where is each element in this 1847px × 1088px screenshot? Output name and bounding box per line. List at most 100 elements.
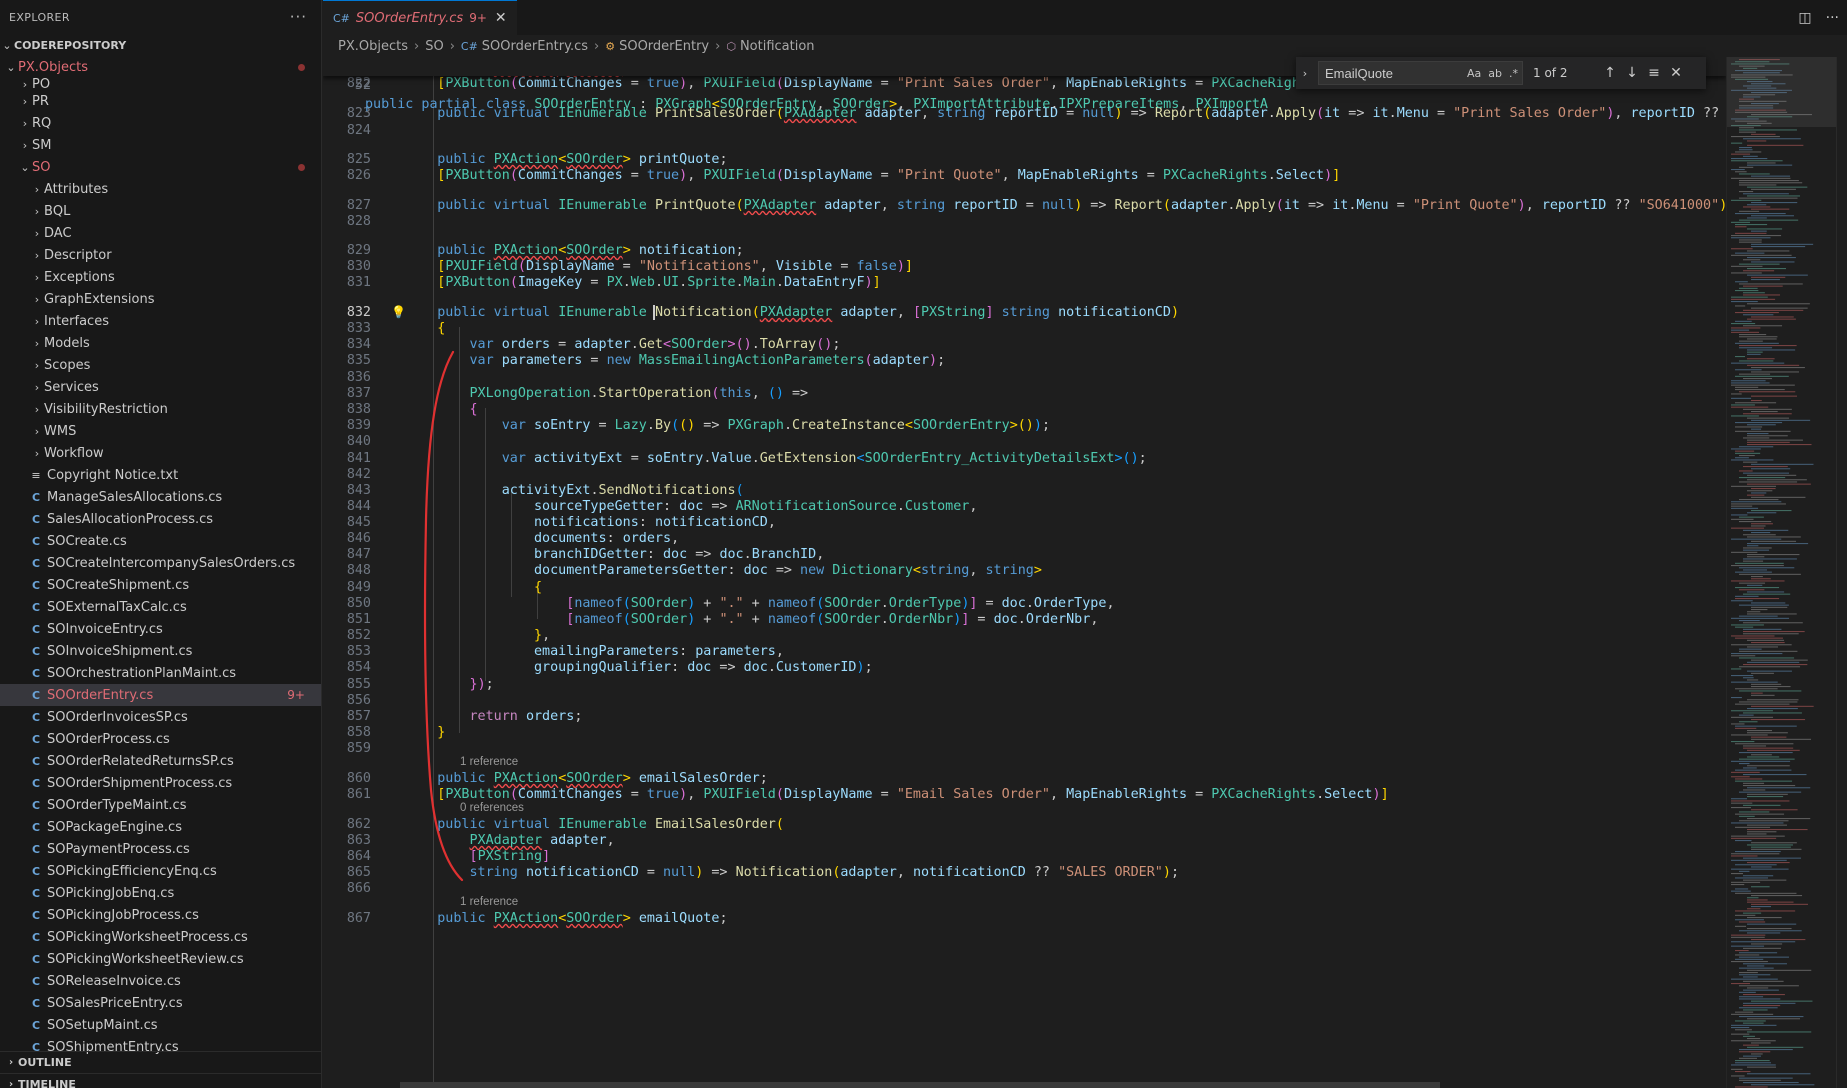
file-item[interactable]: C SOSetupMaint.cs — [0, 1014, 321, 1036]
close-tab-icon[interactable]: ✕ — [495, 10, 507, 26]
more-actions-icon[interactable]: ··· — [290, 8, 307, 26]
folder-item[interactable]: › Attributes — [0, 178, 321, 200]
csharp-file-icon: C — [31, 820, 41, 834]
file-item[interactable]: C SOCreateIntercompanySalesOrders.cs — [0, 552, 321, 574]
file-item[interactable]: C SOInvoiceEntry.cs — [0, 618, 321, 640]
find-input[interactable]: EmailQuote Aa ab .* — [1318, 61, 1523, 85]
folder-px-objects[interactable]: ⌄ PX.Objects — [0, 56, 321, 78]
file-item[interactable]: C SOPaymentProcess.cs — [0, 838, 321, 860]
match-case-toggle[interactable]: Aa — [1467, 67, 1481, 80]
close-icon[interactable]: ✕ — [1665, 65, 1687, 81]
folder-item[interactable]: › SM — [0, 134, 321, 156]
whole-word-toggle[interactable]: ab — [1488, 67, 1502, 80]
code-editor[interactable]: 52 public partial class SOOrderEntry : P… — [323, 57, 1726, 1088]
breadcrumb-item[interactable]: SO — [425, 39, 443, 54]
minimap-line — [1751, 609, 1768, 611]
codelens-references[interactable]: 0 references — [460, 800, 524, 816]
folder-item[interactable]: › Exceptions — [0, 266, 321, 288]
minimap-line — [1739, 334, 1767, 336]
horizontal-scrollbar[interactable] — [400, 1082, 1440, 1088]
breadcrumb: PX.Objects › SO › C# SOOrderEntry.cs › ⚙… — [323, 35, 1847, 57]
breadcrumb-item[interactable]: SOOrderEntry — [619, 39, 709, 54]
timeline-section-header[interactable]: › TIMELINE — [0, 1073, 321, 1088]
minimap-line — [1751, 576, 1763, 578]
file-item[interactable]: C SOPackageEngine.cs — [0, 816, 321, 838]
folder-item[interactable]: › Scopes — [0, 354, 321, 376]
outline-section-header[interactable]: › OUTLINE — [0, 1051, 321, 1073]
file-item[interactable]: C SOExternalTaxCalc.cs — [0, 596, 321, 618]
file-item[interactable]: C SOCreateShipment.cs — [0, 574, 321, 596]
file-item[interactable]: C SalesAllocationProcess.cs — [0, 508, 321, 530]
file-item[interactable]: C SOPickingWorksheetReview.cs — [0, 948, 321, 970]
file-item[interactable]: ≡ Copyright Notice.txt — [0, 464, 321, 486]
minimap-line — [1735, 925, 1747, 927]
codelens-references[interactable]: 1 reference — [460, 894, 518, 910]
minimap-line — [1731, 415, 1759, 417]
file-item[interactable]: C SOInvoiceShipment.cs — [0, 640, 321, 662]
csharp-file-icon: C — [31, 974, 41, 988]
arrow-up-icon[interactable]: ↑ — [1599, 65, 1621, 81]
find-in-selection-icon[interactable]: ≡ — [1643, 65, 1665, 81]
folder-item[interactable]: › Descriptor — [0, 244, 321, 266]
minimap-line — [1731, 716, 1774, 718]
folder-item[interactable]: › VisibilityRestriction — [0, 398, 321, 420]
split-editor-icon[interactable]: ◫ — [1798, 10, 1811, 26]
minimap-viewport-slider[interactable] — [1727, 57, 1836, 127]
file-item[interactable]: C SOOrderEntry.cs 9+ — [0, 684, 321, 706]
minimap-line — [1735, 826, 1771, 828]
minimap[interactable] — [1726, 57, 1836, 1088]
file-item[interactable]: C SOOrchestrationPlanMaint.cs — [0, 662, 321, 684]
regex-toggle[interactable]: .* — [1509, 67, 1518, 80]
toggle-replace-icon[interactable]: › — [1296, 67, 1314, 80]
chevron-right-icon: › — [34, 358, 40, 372]
file-item[interactable]: C SOPickingEfficiencyEnq.cs — [0, 860, 321, 882]
file-item[interactable]: C SOOrderTypeMaint.cs — [0, 794, 321, 816]
minimap-line — [1751, 754, 1772, 756]
tab-soorderentry[interactable]: C# SOOrderEntry.cs 9+ ✕ — [323, 0, 517, 35]
codelens-references[interactable]: 1 reference — [460, 754, 518, 770]
repo-section-header[interactable]: ⌄ CODEREPOSITORY — [0, 34, 321, 56]
minimap-line — [1751, 939, 1806, 941]
more-actions-icon[interactable]: ··· — [1826, 10, 1839, 26]
file-item[interactable]: C SOSalesPriceEntry.cs — [0, 992, 321, 1014]
file-item[interactable]: C SOReleaseInvoice.cs — [0, 970, 321, 992]
minimap-line — [1743, 631, 1805, 633]
minimap-line — [1743, 270, 1775, 272]
file-item[interactable]: C SOPickingJobProcess.cs — [0, 904, 321, 926]
folder-item[interactable]: › PO — [0, 78, 321, 90]
vertical-scrollbar[interactable] — [1836, 57, 1847, 1088]
file-item[interactable]: C SOOrderShipmentProcess.cs — [0, 772, 321, 794]
file-item[interactable]: C SOCreate.cs — [0, 530, 321, 552]
minimap-line — [1731, 617, 1790, 619]
minimap-line — [1739, 391, 1796, 393]
folder-item[interactable]: › RQ — [0, 112, 321, 134]
folder-item[interactable]: › DAC — [0, 222, 321, 244]
folder-item[interactable]: › Interfaces — [0, 310, 321, 332]
folder-item[interactable]: › GraphExtensions — [0, 288, 321, 310]
folder-label: BQL — [44, 203, 71, 219]
breadcrumb-item[interactable]: PX.Objects — [338, 39, 408, 54]
folder-item[interactable]: › PR — [0, 90, 321, 112]
find-query: EmailQuote — [1325, 65, 1393, 81]
minimap-line — [1739, 815, 1755, 817]
folder-item[interactable]: › WMS — [0, 420, 321, 442]
folder-item[interactable]: › Workflow — [0, 442, 321, 464]
file-item[interactable]: C SOOrderProcess.cs — [0, 728, 321, 750]
minimap-line — [1739, 1057, 1757, 1059]
file-item[interactable]: C ManageSalesAllocations.cs — [0, 486, 321, 508]
minimap-line — [1751, 866, 1772, 868]
folder-item[interactable]: › BQL — [0, 200, 321, 222]
arrow-down-icon[interactable]: ↓ — [1621, 65, 1643, 81]
breadcrumb-item[interactable]: Notification — [740, 39, 815, 54]
file-item[interactable]: C SOOrderRelatedReturnsSP.cs — [0, 750, 321, 772]
folder-item[interactable]: › Models — [0, 332, 321, 354]
csharp-file-icon: C — [31, 556, 41, 570]
file-item[interactable]: C SOOrderInvoicesSP.cs — [0, 706, 321, 728]
folder-item[interactable]: ⌄ SO — [0, 156, 321, 178]
minimap-line — [1735, 290, 1759, 292]
file-item[interactable]: C SOPickingWorksheetProcess.cs — [0, 926, 321, 948]
file-item[interactable]: C SOPickingJobEnq.cs — [0, 882, 321, 904]
breadcrumb-item[interactable]: SOOrderEntry.cs — [482, 39, 588, 54]
folder-item[interactable]: › Services — [0, 376, 321, 398]
minimap-line — [1735, 1062, 1771, 1064]
